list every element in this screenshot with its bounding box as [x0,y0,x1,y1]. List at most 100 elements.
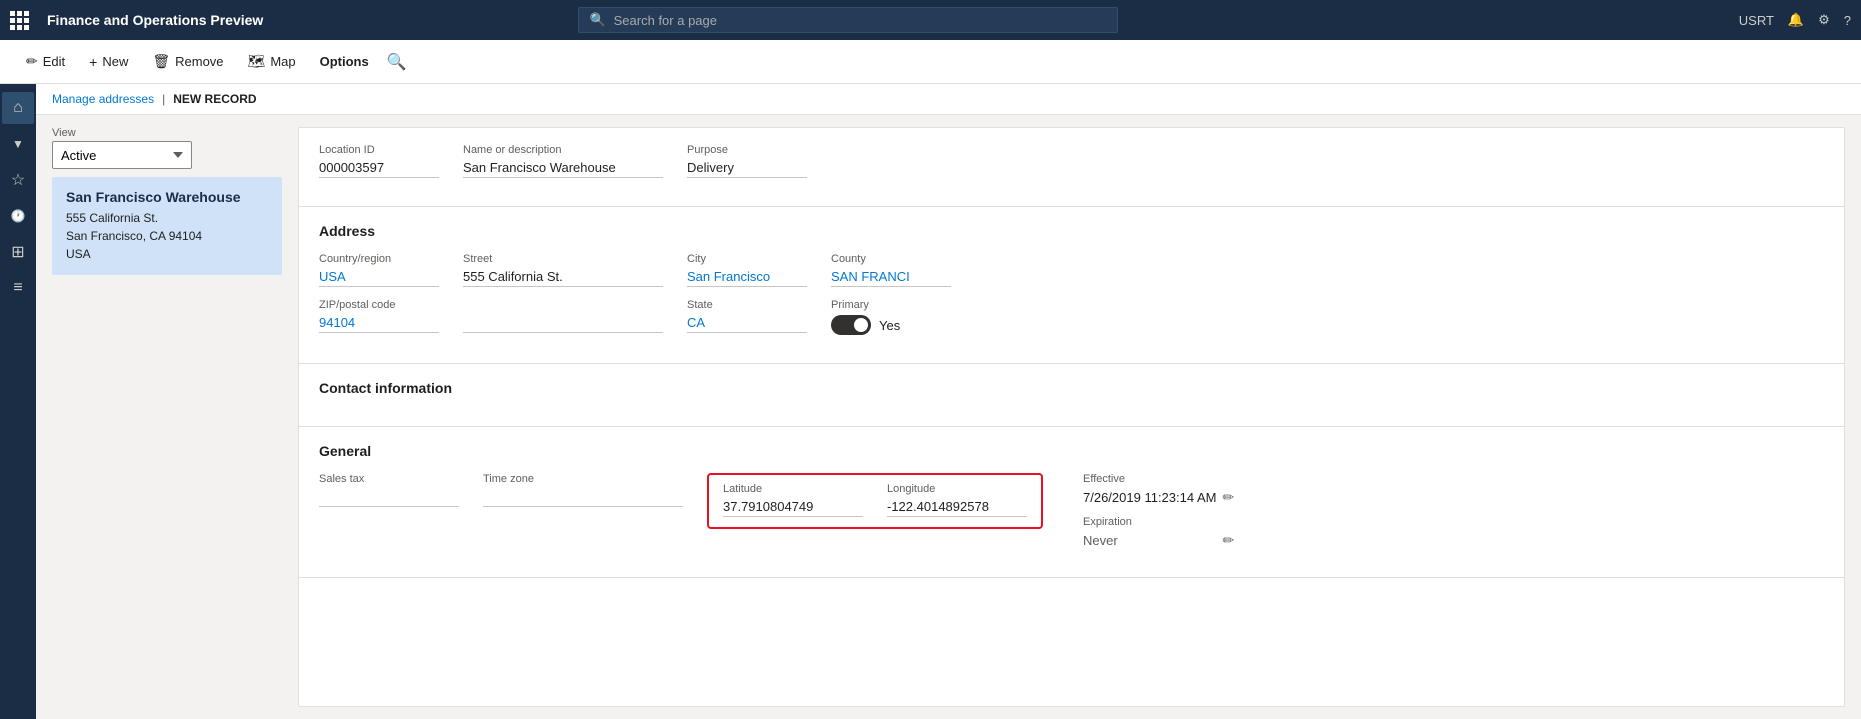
general-row: Sales tax Time zone Latitude 37.79108047… [319,473,1824,549]
zip-value[interactable]: 94104 [319,315,439,333]
content-area: Manage addresses | NEW RECORD View Activ… [36,84,1861,719]
nav-icons: USRT 🔔 ⚙ ? [1739,12,1851,28]
main-layout: ⌂ ▼ ☆ 🕐 ⊞ ≡ Manage addresses | NEW RECOR… [0,84,1861,719]
expiration-row: Never ✏ [1083,532,1234,549]
expiration-label: Expiration [1083,516,1234,528]
city-value[interactable]: San Francisco [687,269,807,287]
favorites-icon[interactable]: ☆ [2,164,34,196]
help-icon[interactable]: ? [1844,13,1851,28]
remove-icon: 🗑 [152,53,170,70]
map-label: Map [270,54,295,69]
effective-row: 7/26/2019 11:23:14 AM ✏ [1083,489,1234,506]
breadcrumb-record: NEW RECORD [173,92,256,106]
search-placeholder: Search for a page [614,13,717,28]
lat-long-highlighted-box: Latitude 37.7910804749 Longitude -122.40… [707,473,1043,529]
remove-label: Remove [175,54,223,69]
view-select[interactable]: Active [52,141,192,169]
form-area: View Active San Francisco Warehouse 555 … [36,115,1861,719]
notification-icon[interactable]: 🔔 [1788,12,1804,28]
state-value[interactable]: CA [687,315,807,333]
breadcrumb-separator: | [162,92,165,106]
expiration-field: Expiration Never ✏ [1083,516,1234,549]
time-zone-field: Time zone [483,473,683,507]
street-extra-value [463,315,663,333]
side-icons: ⌂ ▼ ☆ 🕐 ⊞ ≡ [0,84,36,719]
county-value[interactable]: SAN FRANCI [831,269,951,287]
filter-icon[interactable]: ▼ [2,128,34,160]
sales-tax-value [319,489,459,507]
country-region-field: Country/region USA [319,253,439,287]
purpose-label: Purpose [687,144,807,156]
effective-edit-icon[interactable]: ✏ [1222,489,1234,506]
app-grid-icon[interactable] [10,11,29,30]
street-extra-field: Street [463,299,663,333]
primary-label: Primary [831,299,951,311]
left-panel: View Active San Francisco Warehouse 555 … [52,127,282,707]
sales-tax-field: Sales tax [319,473,459,507]
breadcrumb: Manage addresses | NEW RECORD [36,84,1861,115]
location-id-field: Location ID 000003597 [319,144,439,178]
general-section: General Sales tax Time zone [299,427,1844,578]
card-line1: 555 California St. [66,209,268,227]
edit-label: Edit [43,54,65,69]
toolbar: ✏ Edit + New 🗑 Remove 🗺 Map Options 🔍 [0,40,1861,84]
country-region-value[interactable]: USA [319,269,439,287]
settings-icon[interactable]: ⚙ [1818,12,1830,28]
country-region-label: Country/region [319,253,439,265]
primary-toggle-switch[interactable] [831,315,871,335]
user-label[interactable]: USRT [1739,13,1774,28]
remove-button[interactable]: 🗑 Remove [142,47,233,76]
breadcrumb-manage[interactable]: Manage addresses [52,92,154,106]
options-button[interactable]: Options [310,48,379,75]
effective-field: Effective 7/26/2019 11:23:14 AM ✏ [1083,473,1234,506]
search-icon: 🔍 [589,12,605,28]
home-icon[interactable]: ⌂ [2,92,34,124]
address-row2: ZIP/postal code 94104 Street State CA [319,299,1824,335]
name-description-field: Name or description San Francisco Wareho… [463,144,663,178]
contact-header: Contact information [319,380,1824,396]
contact-section: Contact information [299,364,1844,427]
address-card[interactable]: San Francisco Warehouse 555 California S… [52,177,282,275]
search-bar[interactable]: 🔍 Search for a page [578,7,1118,33]
location-id-label: Location ID [319,144,439,156]
street-value: 555 California St. [463,269,663,287]
city-field: City San Francisco [687,253,807,287]
latitude-field: Latitude 37.7910804749 [723,483,863,517]
toolbar-search-icon[interactable]: 🔍 [387,52,407,72]
edit-button[interactable]: ✏ Edit [16,47,75,76]
options-label: Options [320,54,369,69]
general-header: General [319,443,1824,459]
card-line3: USA [66,245,268,263]
edit-icon: ✏ [26,53,38,70]
card-title: San Francisco Warehouse [66,189,268,205]
street-label: Street [463,253,663,265]
street-field: Street 555 California St. [463,253,663,287]
app-title: Finance and Operations Preview [47,12,263,28]
county-label: County [831,253,951,265]
effective-value: 7/26/2019 11:23:14 AM [1083,490,1216,505]
latitude-label: Latitude [723,483,863,495]
time-zone-value [483,489,683,507]
county-field: County SAN FRANCI [831,253,951,287]
new-label: New [102,54,128,69]
effective-label: Effective [1083,473,1234,485]
map-icon: 🗺 [248,53,266,70]
name-description-label: Name or description [463,144,663,156]
sales-tax-label: Sales tax [319,473,459,485]
modules-icon[interactable]: ⊞ [2,236,34,268]
right-panel: Location ID 000003597 Name or descriptio… [298,127,1845,707]
address-row1: Country/region USA Street 555 California… [319,253,1824,287]
recent-icon[interactable]: 🕐 [2,200,34,232]
expiration-edit-icon[interactable]: ✏ [1222,532,1234,549]
address-header: Address [319,223,1824,239]
map-button[interactable]: 🗺 Map [238,47,306,76]
new-button[interactable]: + New [79,48,138,76]
longitude-field: Longitude -122.4014892578 [887,483,1027,517]
purpose-value: Delivery [687,160,807,178]
view-label: View [52,127,282,139]
expiration-value: Never [1083,533,1216,548]
view-container: View Active [52,127,282,169]
list-icon[interactable]: ≡ [2,272,34,304]
top-fields-section: Location ID 000003597 Name or descriptio… [299,128,1844,207]
top-fields-row: Location ID 000003597 Name or descriptio… [319,144,1824,178]
